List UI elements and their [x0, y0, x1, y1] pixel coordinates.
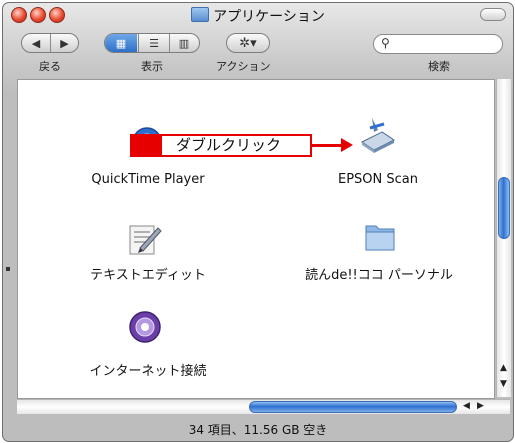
- back-forward-control: ◀ ▶: [21, 33, 79, 53]
- split-handle[interactable]: [6, 267, 10, 271]
- status-bar: 34 項目、11.56 GB 空き: [188, 423, 328, 437]
- scroll-left-icon[interactable]: ◀: [463, 401, 470, 411]
- folder-icon[interactable]: [362, 218, 398, 254]
- double-click-callout: ダブルクリック: [130, 134, 312, 157]
- list-item[interactable]: テキストエディット: [58, 264, 238, 283]
- view-control: ▦ ☰ ▥: [104, 33, 200, 53]
- list-item[interactable]: 読んde!!ココ パーソナル: [274, 264, 484, 283]
- scroll-down-icon[interactable]: ▼: [500, 379, 507, 389]
- list-item[interactable]: EPSON Scan: [288, 172, 468, 187]
- callout-arrow-icon: [341, 138, 353, 152]
- search-icon: ⚲: [381, 36, 390, 50]
- list-item[interactable]: インターネット接続: [58, 360, 238, 379]
- epson-scan-icon[interactable]: [358, 116, 398, 156]
- file-area: QuickTime Player EPSON Scan テキストエディット 読ん…: [17, 79, 495, 399]
- horizontal-scroll-thumb[interactable]: [249, 401, 457, 413]
- gear-icon: ✲▾: [239, 35, 257, 51]
- window-title: アプリケーション: [3, 6, 513, 26]
- horizontal-scrollbar[interactable]: ◀ ▶: [17, 399, 510, 414]
- action-label: アクション: [216, 60, 271, 73]
- callout-marker: [132, 136, 162, 155]
- forward-button[interactable]: ▶: [51, 34, 78, 52]
- vertical-scroll-thumb[interactable]: [498, 177, 510, 239]
- search-input[interactable]: ⚲: [373, 34, 503, 54]
- back-button[interactable]: ◀: [22, 34, 51, 52]
- icon-view-button[interactable]: ▦: [105, 34, 137, 52]
- search-label: 検索: [428, 60, 450, 73]
- applications-folder-icon: [191, 7, 210, 22]
- list-item[interactable]: QuickTime Player: [58, 172, 238, 187]
- action-button[interactable]: ✲▾: [226, 33, 270, 53]
- column-view-button[interactable]: ▥: [169, 34, 199, 52]
- scroll-right-icon[interactable]: ▶: [477, 401, 484, 411]
- internet-connect-icon[interactable]: [128, 310, 162, 344]
- callout-text: ダブルクリック: [176, 136, 282, 154]
- vertical-scrollbar[interactable]: ▲ ▼: [496, 79, 511, 397]
- toolbar-toggle-button[interactable]: [480, 8, 506, 21]
- finder-window: アプリケーション ◀ ▶ 戻る ▦ ☰ ▥ 表示 ✲▾ アクション ⚲ 検索 Q…: [2, 2, 514, 442]
- title-bar: アプリケーション: [3, 3, 513, 27]
- view-label: 表示: [141, 60, 163, 73]
- callout-arrow-line: [312, 144, 342, 147]
- list-view-button[interactable]: ☰: [138, 34, 170, 52]
- textedit-icon[interactable]: [126, 222, 162, 256]
- back-label: 戻る: [39, 60, 61, 73]
- scroll-up-icon[interactable]: ▲: [500, 363, 507, 373]
